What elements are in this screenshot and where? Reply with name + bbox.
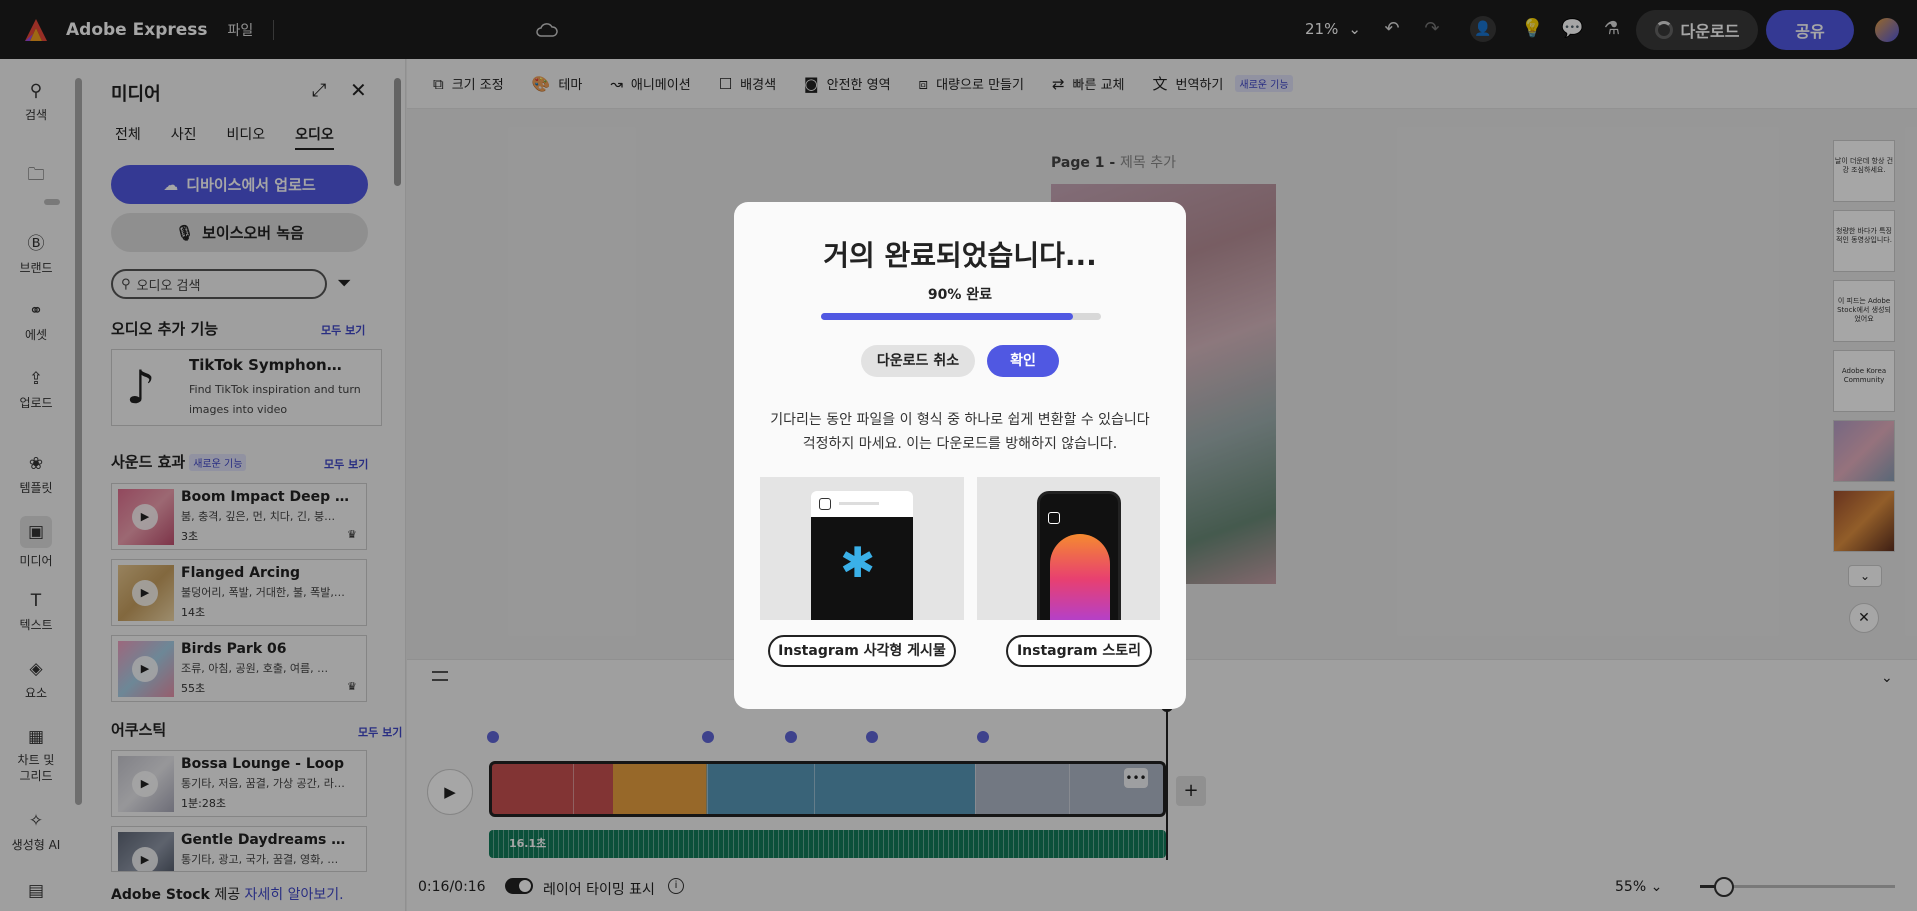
modal-description: 기다리는 동안 파일을 이 형식 중 하나로 쉽게 변환할 수 있습니다 걱정하… — [770, 412, 1150, 452]
instagram-square-preview[interactable]: ✱ — [760, 477, 964, 620]
placeholder-bar — [839, 502, 879, 505]
phone-preview — [1037, 491, 1121, 620]
confirm-button[interactable]: 확인 — [987, 345, 1059, 377]
cancel-download-button[interactable]: 다운로드 취소 — [861, 345, 975, 377]
instagram-icon — [1048, 512, 1060, 524]
phone-screen: ✱ — [811, 517, 913, 620]
progress-bar — [821, 313, 1101, 320]
star-icon: ✱ — [840, 538, 876, 587]
instagram-story-button[interactable]: Instagram 스토리 — [1006, 635, 1152, 667]
download-progress-modal: 거의 완료되었습니다... 90% 완료 다운로드 취소 확인 기다리는 동안 … — [734, 202, 1186, 709]
story-graphic — [1050, 534, 1110, 620]
progress-bar-fill — [821, 313, 1073, 320]
modal-title: 거의 완료되었습니다... — [823, 239, 1097, 272]
instagram-square-button[interactable]: Instagram 사각형 게시물 — [768, 635, 956, 667]
instagram-icon — [819, 498, 831, 510]
phone-preview: ✱ — [811, 491, 913, 620]
progress-label: 90% 완료 — [927, 287, 993, 303]
instagram-story-preview[interactable] — [977, 477, 1160, 620]
